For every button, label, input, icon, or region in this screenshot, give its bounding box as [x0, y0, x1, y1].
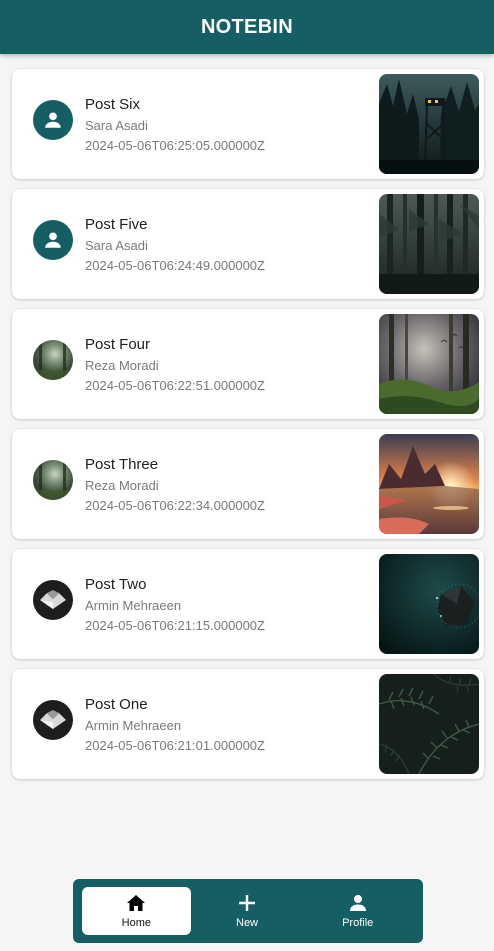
- post-card[interactable]: Post Two Armin Mehraeen 2024-05-06T06:21…: [12, 549, 484, 659]
- post-date: 2024-05-06T06:24:49.000000Z: [85, 258, 265, 273]
- default-user-avatar: [33, 220, 73, 260]
- post-thumbnail[interactable]: [379, 74, 479, 174]
- post-date: 2024-05-06T06:25:05.000000Z: [85, 138, 265, 153]
- nav-new-label: New: [236, 917, 259, 929]
- post-info: Post One Armin Mehraeen 2024-05-06T06:21…: [85, 696, 265, 753]
- nav-home-label: Home: [121, 917, 151, 929]
- post-title: Post Six: [85, 96, 141, 113]
- post-thumbnail[interactable]: [379, 674, 479, 774]
- post-title: Post Four: [85, 336, 151, 353]
- post-info: Post Four Reza Moradi 2024-05-06T06:22:5…: [85, 336, 265, 393]
- post-author: Reza Moradi: [85, 358, 159, 373]
- person-icon: [45, 232, 61, 248]
- post-author: Reza Moradi: [85, 478, 159, 493]
- post-date: 2024-05-06T06:21:15.000000Z: [85, 618, 265, 633]
- nav-home[interactable]: Home: [82, 887, 191, 935]
- misty-forest-avatar: [33, 460, 73, 500]
- home-icon: [126, 893, 146, 913]
- post-author: Sara Asadi: [85, 238, 148, 253]
- post-feed[interactable]: Post Six Sara Asadi 2024-05-06T06:25:05.…: [12, 69, 484, 789]
- post-thumbnail[interactable]: [379, 554, 479, 654]
- plus-icon: [238, 893, 256, 913]
- person-icon: [349, 893, 367, 913]
- geometric-logo-avatar: [33, 700, 73, 740]
- app-bar: NOTEBIN: [0, 0, 494, 54]
- bottom-nav: Home New Profile: [73, 879, 423, 943]
- post-card[interactable]: Post Six Sara Asadi 2024-05-06T06:25:05.…: [12, 69, 484, 179]
- post-title: Post Five: [85, 216, 148, 233]
- nav-new[interactable]: New: [193, 887, 302, 935]
- post-card[interactable]: Post Three Reza Moradi 2024-05-06T06:22:…: [12, 429, 484, 539]
- post-card[interactable]: Post Four Reza Moradi 2024-05-06T06:22:5…: [12, 309, 484, 419]
- post-author: Armin Mehraeen: [85, 598, 182, 613]
- post-thumbnail[interactable]: [379, 194, 479, 294]
- post-date: 2024-05-06T06:21:01.000000Z: [85, 738, 265, 753]
- post-author: Sara Asadi: [85, 118, 148, 133]
- post-title: Post Two: [85, 576, 147, 593]
- person-icon: [45, 112, 61, 128]
- post-thumbnail[interactable]: [379, 314, 479, 414]
- misty-forest-avatar: [33, 340, 73, 380]
- nav-profile[interactable]: Profile: [303, 887, 412, 935]
- post-card[interactable]: Post Five Sara Asadi 2024-05-06T06:24:49…: [12, 189, 484, 299]
- post-title: Post One: [85, 696, 148, 713]
- geometric-logo-avatar: [33, 580, 73, 620]
- post-info: Post Five Sara Asadi 2024-05-06T06:24:49…: [85, 216, 265, 273]
- post-date: 2024-05-06T06:22:51.000000Z: [85, 378, 265, 393]
- default-user-avatar: [33, 100, 73, 140]
- post-author: Armin Mehraeen: [85, 718, 182, 733]
- nav-profile-label: Profile: [342, 917, 374, 929]
- post-info: Post Three Reza Moradi 2024-05-06T06:22:…: [85, 456, 265, 513]
- post-thumbnail[interactable]: [379, 434, 479, 534]
- app-title: NOTEBIN: [200, 15, 294, 38]
- post-title: Post Three: [85, 456, 159, 473]
- post-date: 2024-05-06T06:22:34.000000Z: [85, 498, 265, 513]
- post-info: Post Two Armin Mehraeen 2024-05-06T06:21…: [85, 576, 265, 633]
- post-info: Post Six Sara Asadi 2024-05-06T06:25:05.…: [85, 96, 265, 153]
- post-card[interactable]: Post One Armin Mehraeen 2024-05-06T06:21…: [12, 669, 484, 779]
